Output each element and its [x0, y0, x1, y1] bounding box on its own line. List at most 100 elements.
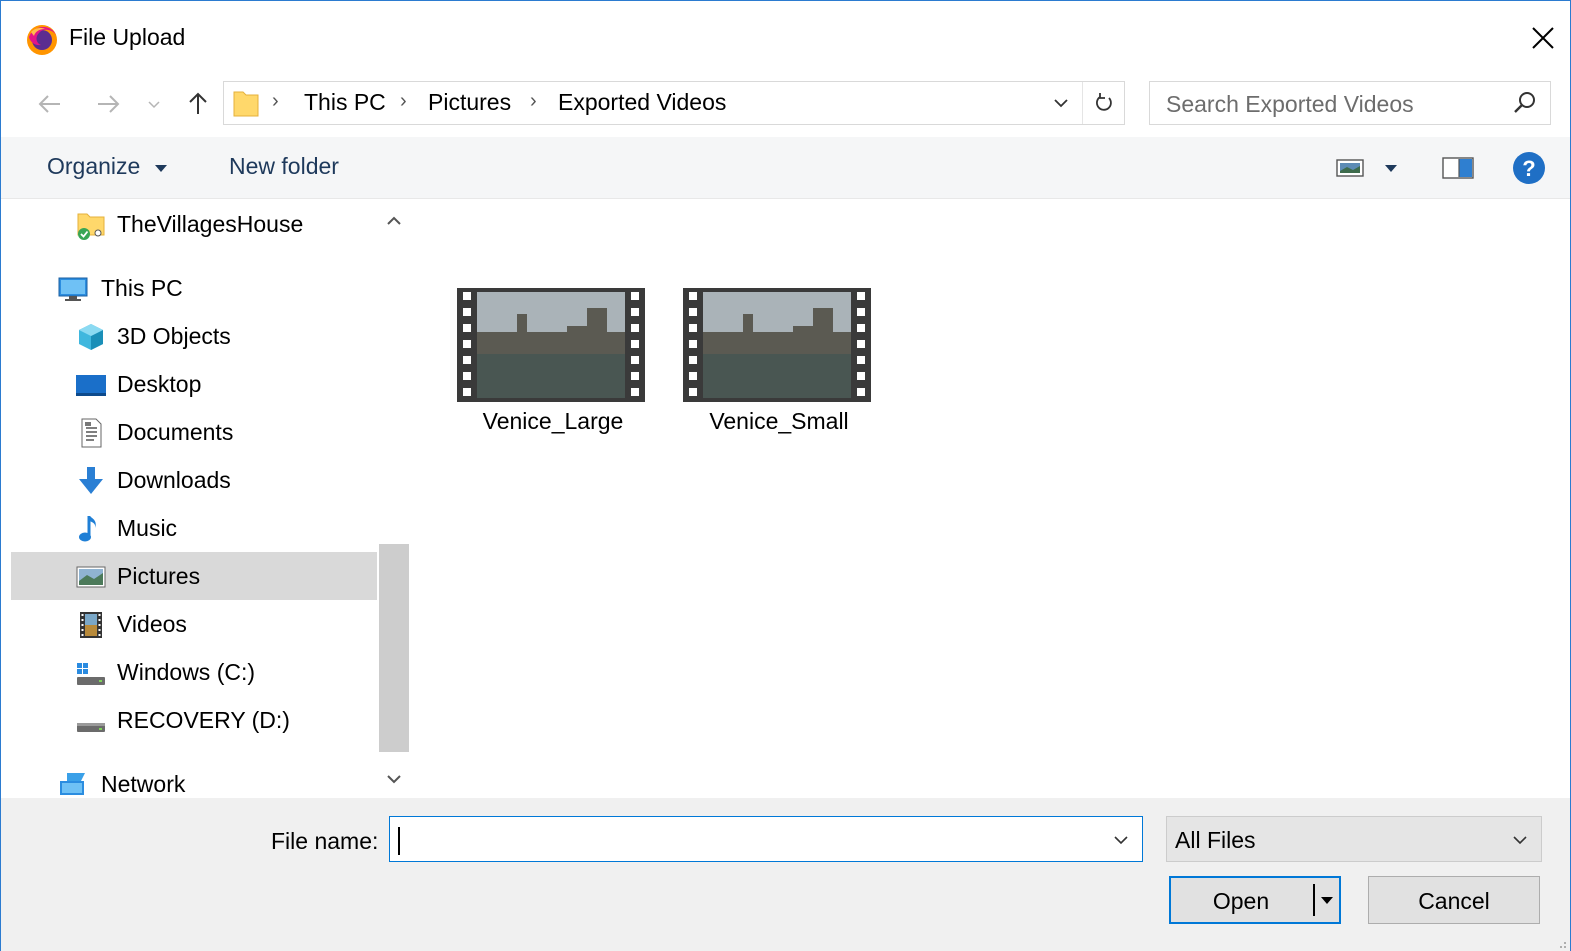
text-cursor	[398, 827, 400, 855]
view-thumbnail-icon	[1336, 159, 1364, 177]
close-button[interactable]	[1516, 15, 1570, 61]
file-list-pane: Venice_Large Venice_Small	[411, 200, 1570, 798]
network-folder-icon	[77, 213, 105, 240]
file-name-field-label: File name:	[271, 828, 379, 854]
file-name-label: Venice_Small	[709, 408, 849, 434]
preview-pane-icon	[1442, 157, 1474, 179]
file-type-select[interactable]: All Files	[1166, 816, 1542, 862]
address-bar[interactable]: › This PC › Pictures › Exported Videos	[223, 81, 1125, 125]
cancel-button[interactable]: Cancel	[1368, 876, 1540, 924]
help-button[interactable]: ?	[1511, 151, 1547, 185]
breadcrumb-this-pc[interactable]: This PC	[304, 89, 386, 116]
search-box[interactable]	[1149, 81, 1551, 125]
folder-icon	[233, 91, 259, 117]
chevron-down-icon	[387, 775, 401, 784]
firefox-icon	[27, 25, 57, 55]
computer-icon	[58, 277, 88, 301]
tree-item-3d-objects[interactable]: 3D Objects	[11, 312, 377, 360]
chevron-up-icon	[387, 216, 401, 225]
organize-button[interactable]: Organize	[47, 153, 169, 180]
dialog-title: File Upload	[69, 24, 186, 50]
file-type-value: All Files	[1175, 827, 1256, 853]
close-icon	[1532, 27, 1554, 49]
navigation-row: › This PC › Pictures › Exported Videos	[1, 73, 1570, 133]
tree-item-this-pc[interactable]: This PC	[11, 264, 377, 312]
chevron-down-icon	[148, 101, 160, 109]
file-name-dropdown-button[interactable]	[1108, 827, 1134, 853]
up-arrow-icon	[189, 92, 207, 114]
pictures-icon	[76, 566, 106, 588]
tree-item-network[interactable]: Network	[11, 760, 377, 798]
tree-item-music[interactable]: Music	[11, 504, 377, 552]
breadcrumb-pictures[interactable]: Pictures	[428, 89, 511, 116]
breadcrumb-exported-videos[interactable]: Exported Videos	[558, 89, 726, 116]
search-icon[interactable]	[1512, 90, 1538, 116]
breadcrumb-separator: ›	[400, 90, 407, 112]
nav-pane-scrollbar[interactable]	[379, 200, 409, 798]
tree-item-thevillageshouse[interactable]: TheVillagesHouse	[11, 200, 377, 248]
back-arrow-icon	[38, 95, 60, 113]
file-name-input[interactable]	[398, 825, 1088, 855]
windows-drive-icon	[77, 663, 105, 685]
tree-item-label: Pictures	[117, 563, 201, 589]
tree-item-documents[interactable]: Documents	[11, 408, 377, 456]
open-options-button[interactable]	[1317, 886, 1337, 914]
svg-text:?: ?	[1522, 156, 1535, 181]
caret-down-icon	[1321, 897, 1333, 904]
refresh-icon	[1095, 93, 1112, 111]
refresh-button[interactable]	[1082, 82, 1124, 124]
file-type-dropdown-button[interactable]	[1507, 827, 1533, 853]
open-button[interactable]: Open	[1169, 876, 1341, 924]
desktop-icon	[76, 375, 106, 396]
tree-item-label: Videos	[117, 611, 187, 637]
tree-item-label: This PC	[101, 275, 183, 301]
view-options-button[interactable]	[1379, 151, 1403, 185]
cancel-button-label: Cancel	[1418, 888, 1490, 914]
tree-item-label: Desktop	[117, 371, 202, 397]
address-history-button[interactable]	[1042, 82, 1080, 124]
tree-item-desktop[interactable]: Desktop	[11, 360, 377, 408]
tree-item-label: Documents	[117, 419, 234, 445]
open-button-label: Open	[1212, 888, 1270, 914]
file-name-label: Venice_Large	[482, 408, 624, 434]
new-folder-button[interactable]: New folder	[229, 153, 339, 180]
file-item-venice-small[interactable]: Venice_Small	[669, 286, 871, 446]
drive-icon	[77, 723, 105, 732]
tree-item-windows-c[interactable]: Windows (C:)	[11, 648, 377, 696]
resize-grip-icon[interactable]	[1554, 936, 1568, 950]
dialog-footer: File name: All Files Open Cancel	[1, 798, 1570, 951]
file-item-venice-large[interactable]: Venice_Large	[443, 286, 645, 446]
forward-arrow-icon	[98, 95, 120, 113]
video-thumbnail-icon	[683, 288, 871, 402]
change-view-button[interactable]	[1333, 151, 1367, 185]
scroll-up-button[interactable]	[379, 206, 409, 236]
tree-item-videos[interactable]: Videos	[11, 600, 377, 648]
scroll-down-button[interactable]	[379, 764, 409, 794]
forward-button[interactable]	[91, 87, 125, 121]
chevron-down-icon	[1054, 99, 1068, 108]
split-divider	[1313, 884, 1315, 916]
file-upload-dialog: File Upload › This PC › Pictures › Expor…	[0, 0, 1571, 951]
chevron-down-icon	[1114, 836, 1128, 845]
tree-item-label: TheVillagesHouse	[117, 211, 304, 237]
back-button[interactable]	[33, 87, 67, 121]
tree-item-downloads[interactable]: Downloads	[11, 456, 377, 504]
search-input[interactable]	[1166, 90, 1496, 118]
tree-item-label: 3D Objects	[117, 323, 231, 349]
tree-item-label: Downloads	[117, 467, 231, 493]
music-icon	[79, 516, 96, 542]
help-icon: ?	[1513, 152, 1545, 184]
tree-item-label: Network	[101, 771, 186, 797]
up-button[interactable]	[181, 87, 215, 121]
tree-item-recovery-d[interactable]: RECOVERY (D:)	[11, 696, 377, 744]
recent-locations-button[interactable]	[139, 87, 169, 121]
tree-item-pictures[interactable]: Pictures	[11, 552, 377, 600]
documents-icon	[81, 418, 102, 448]
tree-item-label: Music	[117, 515, 178, 541]
file-name-combobox[interactable]	[389, 816, 1143, 862]
chevron-down-icon	[1513, 836, 1527, 845]
organize-label: Organize	[47, 153, 141, 179]
downloads-icon	[79, 467, 103, 494]
preview-pane-button[interactable]	[1441, 151, 1475, 185]
scrollbar-thumb[interactable]	[379, 544, 409, 752]
